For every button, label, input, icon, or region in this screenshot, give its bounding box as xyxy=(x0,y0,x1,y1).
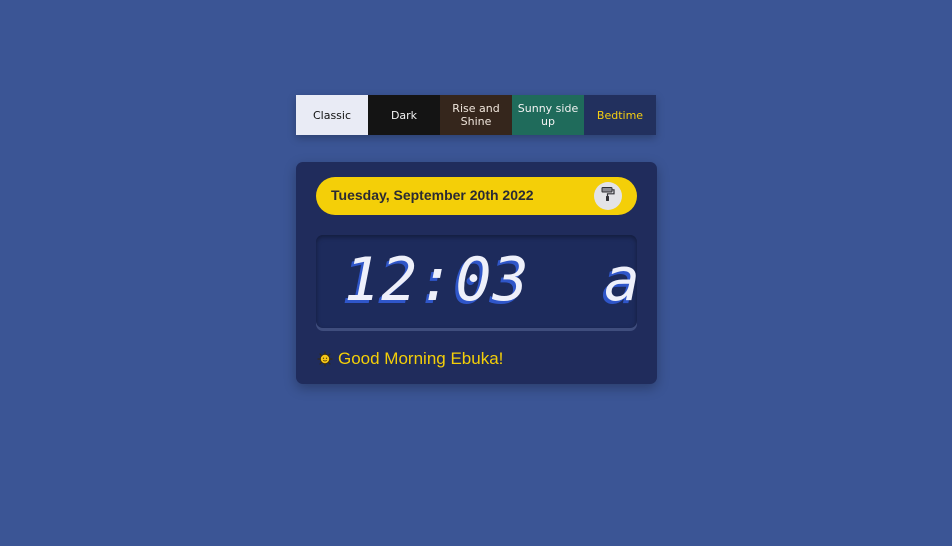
greeting: Good Morning Ebuka! xyxy=(317,349,503,369)
date-text: Tuesday, September 20th 2022 xyxy=(331,187,534,203)
greeting-text: Good Morning Ebuka! xyxy=(338,349,504,368)
theme-bedtime-button[interactable]: Bedtime xyxy=(584,95,656,135)
theme-classic-button[interactable]: Classic xyxy=(296,95,368,135)
time-text: 12:03 am xyxy=(344,245,637,315)
date-bar: Tuesday, September 20th 2022 xyxy=(316,177,637,215)
theme-dark-button[interactable]: Dark xyxy=(368,95,440,135)
paint-roller-icon xyxy=(600,186,616,206)
theme-switcher: Classic Dark Rise and Shine Sunny side u… xyxy=(296,95,656,135)
theme-rise-and-shine-button[interactable]: Rise and Shine xyxy=(440,95,512,135)
paint-theme-button[interactable] xyxy=(594,182,622,210)
time-display: 12:03 am xyxy=(316,235,637,328)
sun-icon xyxy=(317,351,333,367)
theme-sunny-side-up-button[interactable]: Sunny side up xyxy=(512,95,584,135)
clock-card: Tuesday, September 20th 2022 12:03 am xyxy=(296,162,657,384)
